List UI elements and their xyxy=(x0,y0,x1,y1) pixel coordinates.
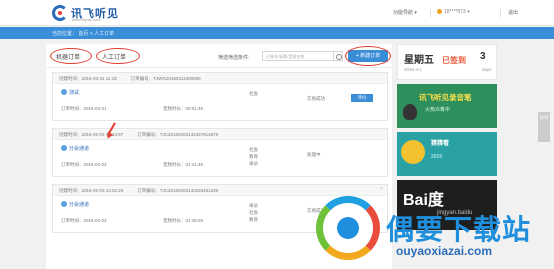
order-number: 订单编号：TJWG20160311090008 xyxy=(130,76,201,81)
order-tag: 社会 xyxy=(249,147,258,152)
filter-label: 筛选筛选条件： xyxy=(218,55,254,61)
checkin-status: 已签到 xyxy=(442,56,466,65)
banner-subtitle: 火热众筹中 xyxy=(425,107,451,113)
user-account-menu[interactable]: 18****873 ▾ xyxy=(437,9,470,15)
watermark-url: ouyaoxiazai.com xyxy=(396,244,493,258)
order-created-time: 创建时间：2016-02-03 14:24:57 xyxy=(59,132,124,137)
banner-title: 猜猜看 xyxy=(431,141,450,147)
annotation-circle xyxy=(50,48,92,64)
order-created-time: 创建时间：2016-03-31 11:18 xyxy=(59,76,117,81)
watermark-text: 偶要下载站 xyxy=(386,214,532,245)
order-card: 创建时间：2016-03-31 11:18 订单编号：TJWG2016031109… xyxy=(52,72,388,121)
banner-title: 讯飞听见录音笔 xyxy=(419,93,472,102)
person-image xyxy=(403,104,417,120)
user-icon xyxy=(437,9,442,14)
order-created-time: 创建时间：2016-02-03 14:02:26 xyxy=(59,188,124,193)
order-number: 订单编号：TJC20160203142457814579 xyxy=(137,132,219,137)
order-tag: 采访 xyxy=(249,161,258,166)
order-title[interactable]: 分会通道 xyxy=(61,201,89,208)
divider xyxy=(430,9,431,17)
order-body: 测试 订单时间：2016-03-31 音频时长：00:01:45 社会 交易成功… xyxy=(53,84,387,120)
order-tags: 社会 xyxy=(249,90,258,97)
annotation-circle xyxy=(345,46,391,66)
order-card: 创建时间：2016-02-03 14:24:57 订单编号：TJC20160203… xyxy=(52,128,388,177)
rate-button[interactable]: 评价 xyxy=(351,94,373,102)
order-tags: 社会 教育 采访 xyxy=(249,146,258,167)
order-body: 分会通道 订单时间：2016-02-03 音频时长：01:41:45 社会 教育… xyxy=(53,140,387,176)
order-tags: 采访 社会 教育 xyxy=(249,202,258,223)
logo-url: www.iflyrec.com xyxy=(72,17,101,22)
search-icon[interactable] xyxy=(333,51,343,61)
order-header: 创建时间：2016-03-31 11:18 订单编号：TJWG2016031109… xyxy=(53,73,387,84)
order-duration: 音频时长：00:01:45 xyxy=(163,106,204,111)
order-duration: 音频时长：01:49:25 xyxy=(163,218,204,223)
function-nav-menu[interactable]: 功能导航 ▾ xyxy=(393,9,417,16)
order-date: 订单时间：2016-02-03 xyxy=(61,218,107,223)
checkin-date: 2016-4-1 xyxy=(404,67,423,72)
order-tag: 教育 xyxy=(249,217,258,222)
search-input[interactable]: 订单号/标题/音频名称 xyxy=(262,51,334,61)
logout-link[interactable]: 退出 xyxy=(508,9,518,16)
order-status: 处理中 xyxy=(307,152,321,157)
banner-title: Bai度 xyxy=(403,192,444,209)
order-tag: 社会 xyxy=(249,210,258,215)
close-icon[interactable]: × xyxy=(380,186,383,192)
order-duration: 音频时长：01:41:45 xyxy=(163,162,204,167)
order-tag: 教育 xyxy=(249,154,258,159)
breadcrumb: 当前位置： 首页 > 人工订单 xyxy=(52,31,115,37)
breadcrumb-bar: 当前位置： 首页 > 人工订单 xyxy=(0,27,554,39)
order-tag: 社会 xyxy=(249,91,258,96)
top-header: 讯飞听见 www.iflyrec.com 功能导航 ▾ 18****873 ▾ … xyxy=(0,0,554,26)
checkin-days-unit: days xyxy=(482,67,492,72)
order-header: 创建时间：2016-02-03 14:24:57 订单编号：TJC20160203… xyxy=(53,129,387,140)
share-button[interactable]: 分享 xyxy=(538,112,550,142)
watermark-logo xyxy=(316,196,380,260)
quiz-icon xyxy=(401,140,425,164)
order-tag: 采访 xyxy=(249,203,258,208)
checkin-card[interactable]: 星期五 2016-4-1 已签到 3 days xyxy=(397,44,497,80)
annotation-circle xyxy=(96,48,140,64)
checkin-days-count: 3 xyxy=(480,51,486,62)
order-date: 订单时间：2016-03-31 xyxy=(61,106,107,111)
order-date: 订单时间：2016-02-03 xyxy=(61,162,107,167)
promo-banner[interactable]: 讯飞听见录音笔 火热众筹中 xyxy=(397,84,497,128)
logo[interactable]: 讯飞听见 www.iflyrec.com xyxy=(52,4,122,22)
user-phone: 18****873 ▾ xyxy=(444,9,470,15)
promo-banner[interactable]: 猜猜看 2015 xyxy=(397,132,497,176)
checkin-weekday: 星期五 xyxy=(404,55,434,66)
order-title[interactable]: 分会通道 xyxy=(61,145,89,152)
order-number: 订单编号：TJC20160203140226461226 xyxy=(137,188,219,193)
divider xyxy=(500,9,501,17)
logo-icon xyxy=(52,5,68,21)
order-header: 创建时间：2016-02-03 14:02:26 订单编号：TJC20160203… xyxy=(53,185,387,196)
order-status: 交易成功 xyxy=(307,96,325,101)
banner-subtitle: 2015 xyxy=(431,154,443,160)
order-title[interactable]: 测试 xyxy=(61,89,79,96)
orders-toolbar: 机器订单 人工订单 筛选筛选条件： 订单号/标题/音频名称 + 新建订单 xyxy=(46,44,392,68)
